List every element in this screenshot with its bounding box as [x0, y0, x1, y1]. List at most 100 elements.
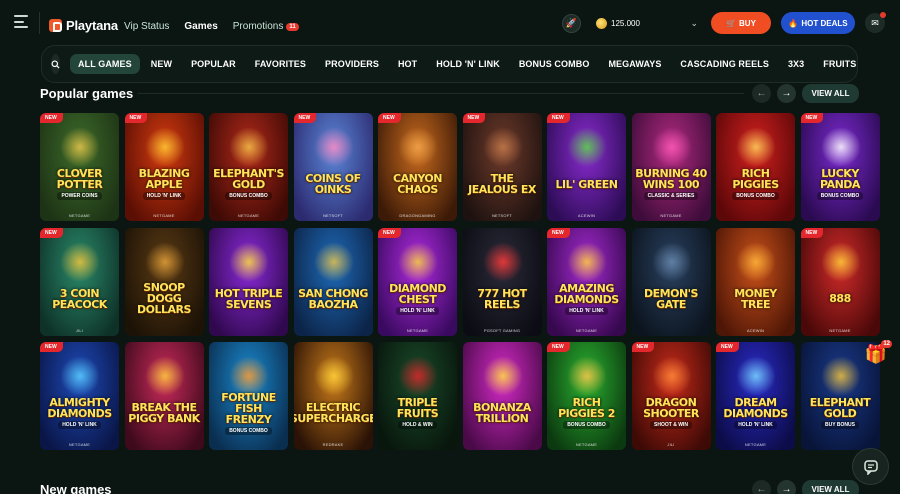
game-tile[interactable]: BREAK THE PIGGY BANK	[124, 342, 204, 450]
games-grid: CLOVER POTTER POWER COINS NETGAME NEW BLAZIN…	[40, 113, 900, 453]
game-tile[interactable]: SNOOP DOGG DOLLARS	[124, 227, 204, 336]
game-artwork	[229, 127, 269, 167]
game-provider: PGSOFT GAMING	[483, 327, 521, 333]
logo-icon	[49, 19, 62, 32]
game-artwork	[144, 127, 185, 167]
game-artwork	[820, 356, 861, 396]
category-providers[interactable]: PROVIDERS	[317, 54, 387, 74]
new-badge: NEW	[462, 113, 486, 123]
category-bonus-combo[interactable]: BONUS COMBO	[511, 54, 598, 74]
game-tile[interactable]: CLOVER POTTER POWER COINS NETGAME NEW	[40, 113, 119, 221]
site-logo[interactable]: Playtana	[49, 18, 118, 33]
header-divider	[39, 12, 40, 34]
game-provider: JILI	[667, 442, 675, 447]
game-tile[interactable]: COINS OF OINKS NETSOFT NEW	[293, 113, 373, 221]
view-all-popular-button[interactable]: VIEW ALL	[802, 84, 859, 103]
view-all-new-button[interactable]: VIEW ALL	[802, 480, 859, 494]
new-scroll-left-button[interactable]: ←	[752, 480, 771, 494]
gift-icon[interactable]: 🎁 12	[864, 340, 892, 366]
game-tile[interactable]: 888 NETGAME NEW	[800, 227, 880, 336]
game-tile[interactable]: ALMIGHTY DIAMONDS HOLD 'N' LINK NETGAME NEW	[40, 342, 119, 450]
game-artwork	[313, 241, 354, 282]
game-title: DIAMOND CHEST	[389, 281, 446, 306]
game-artwork	[736, 241, 776, 282]
game-artwork	[229, 356, 269, 396]
game-tile[interactable]: FORTUNE FISH FRENZY BONUS COMBO	[209, 342, 288, 450]
new-scroll-right-button[interactable]: →	[777, 480, 796, 494]
mail-icon[interactable]: ✉	[865, 12, 886, 33]
game-tile[interactable]: ELEPHANT'S GOLD BONUS COMBO NETGAME	[209, 113, 288, 221]
nav-vip-status[interactable]: Vip Status	[124, 21, 169, 32]
game-subtitle: BUY BONUS	[821, 421, 859, 429]
game-subtitle: CLASSIC & SERIES	[643, 192, 699, 200]
new-badge: NEW	[378, 113, 401, 123]
category-hold-n-link[interactable]: HOLD 'N' LINK	[428, 54, 508, 74]
scroll-left-button[interactable]: ←	[752, 84, 771, 103]
category-hot[interactable]: HOT	[390, 54, 425, 74]
category-fruits[interactable]: FRUITS	[815, 54, 864, 74]
game-tile[interactable]: 3 COIN PEACOCK JILI NEW	[40, 227, 119, 336]
new-badge: NEW	[547, 342, 570, 352]
new-badge: NEW	[547, 113, 570, 123]
game-provider: NETGAME	[575, 442, 598, 447]
game-tile[interactable]: 777 HOT REELS PGSOFT GAMING	[462, 227, 542, 336]
game-tile[interactable]: BURNING 40 WINS 100 CLASSIC & SERIES NETGA…	[631, 113, 711, 221]
category-all-games[interactable]: ALL GAMES	[70, 54, 140, 74]
game-provider: NETGAME	[829, 327, 851, 333]
search-icon[interactable]	[51, 54, 60, 74]
game-title: FORTUNE FISH FRENZY	[221, 390, 276, 426]
category-cascading-reels[interactable]: CASCADING REELS	[672, 54, 777, 74]
category-3x3[interactable]: 3X3	[780, 54, 812, 74]
game-title: ALMIGHTY DIAMONDS	[47, 396, 112, 420]
game-tile[interactable]: HOT TRIPLE SEVENS	[209, 227, 288, 336]
chat-support-button[interactable]	[852, 448, 889, 485]
game-title: ELEPHANT'S GOLD	[213, 167, 284, 191]
game-title: BURNING 40 WINS 100	[635, 167, 707, 191]
notification-dot	[880, 12, 886, 18]
game-title: COINS OF OINKS	[305, 172, 361, 196]
game-tile[interactable]: TRIPLE FRUITS HOLD & WIN	[378, 342, 457, 450]
nav-promotions-label: Promotions	[232, 21, 284, 32]
hot-deals-button[interactable]: 🔥 HOT DEALS	[781, 12, 855, 34]
game-tile[interactable]: DRAGON SHOOTER SHOOT & WIN JILI NEW	[631, 342, 711, 450]
game-tile[interactable]: DREAM DIAMONDS HOLD 'N' LINK NETGAME NEW	[716, 342, 795, 450]
rocket-icon[interactable]: 🚀	[562, 14, 581, 33]
game-tile[interactable]: DIAMOND CHEST HOLD 'N' LINK NETGAME NEW	[378, 227, 457, 336]
game-artwork	[398, 127, 438, 167]
category-favorites[interactable]: FAVORITES	[247, 54, 314, 74]
category-megaways[interactable]: MEGAWAYS	[600, 54, 669, 74]
game-tile[interactable]: BLAZING APPLE HOLD 'N' LINK NETGAME NEW	[124, 113, 204, 221]
game-tile[interactable]: ELECTRIC SUPERCHARGE REDRAKE	[293, 342, 373, 450]
game-tile[interactable]: SAN CHONG BAOZHA	[293, 227, 373, 336]
buy-button[interactable]: 🛒 BUY	[711, 12, 771, 34]
new-badge: NEW	[631, 342, 655, 352]
game-artwork	[229, 241, 269, 282]
nav-games[interactable]: Games	[184, 21, 217, 32]
game-title: RICH PIGGIES 2	[558, 396, 615, 420]
game-artwork	[482, 356, 523, 396]
game-tile[interactable]: RICH PIGGIES 2 BONUS COMBO NETGAME NEW	[547, 342, 626, 450]
logo-text: Playtana	[66, 18, 118, 33]
new-badge: NEW	[40, 342, 63, 352]
game-tile[interactable]: RICH PIGGIES BONUS COMBO	[716, 113, 795, 221]
game-tile[interactable]: DEMON'S GATE	[631, 227, 711, 336]
chevron-right-icon: →	[781, 88, 792, 99]
game-artwork	[313, 127, 354, 167]
category-popular[interactable]: POPULAR	[183, 54, 244, 74]
game-subtitle: BONUS COMBO	[225, 192, 272, 200]
game-tile[interactable]: THE JEALOUS EX NETSOFT NEW	[462, 113, 542, 221]
new-badge: NEW	[547, 227, 570, 238]
game-artwork	[482, 241, 523, 282]
game-tile[interactable]: LIL' GREEN ACEWIN NEW	[547, 113, 626, 221]
game-tile[interactable]: MONEY TREE ACEWIN	[716, 227, 795, 336]
game-tile[interactable]: CANYON CHAOS DRAGONGAMING NEW	[378, 113, 457, 221]
category-new[interactable]: NEW	[143, 54, 180, 74]
nav-promotions[interactable]: Promotions 11	[233, 21, 299, 32]
game-tile[interactable]: LUCKY PANDA BONUS COMBO NEW	[800, 113, 880, 221]
game-tile[interactable]: BONANZA TRILLION	[462, 342, 542, 450]
scroll-right-button[interactable]: →	[777, 84, 796, 103]
game-artwork	[313, 356, 354, 396]
game-tile[interactable]: AMAZING DIAMONDS HOLD 'N' LINK NETGAME NEW	[547, 227, 626, 336]
hamburger-menu-icon[interactable]	[14, 15, 28, 28]
balance-selector[interactable]: 125.000 ⌄	[590, 12, 704, 34]
